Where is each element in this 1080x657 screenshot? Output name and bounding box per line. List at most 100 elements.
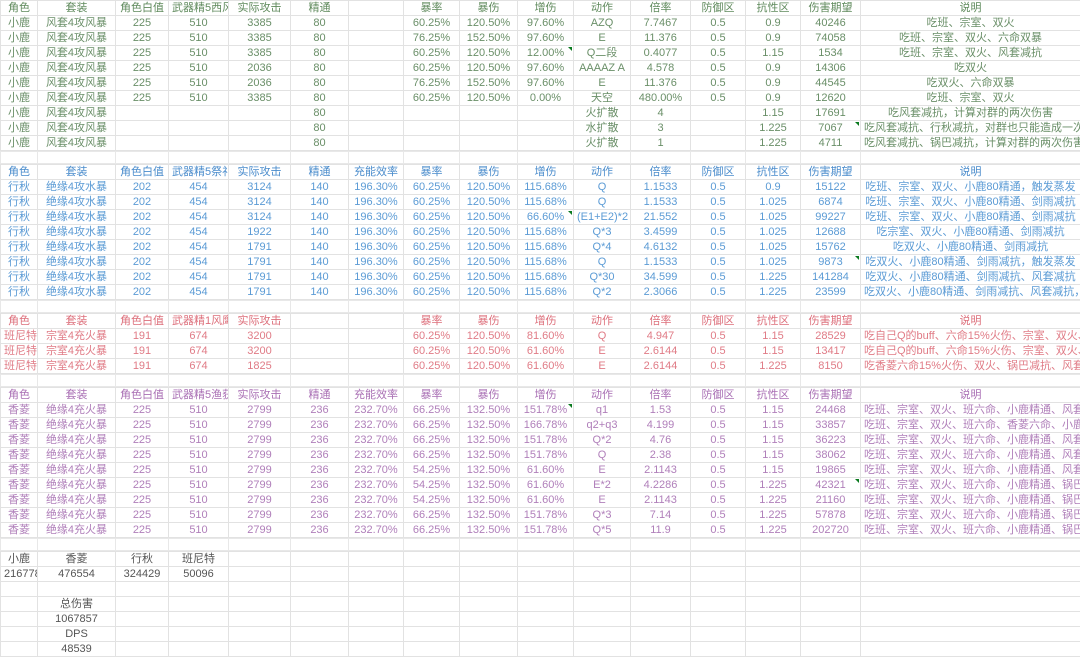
row-xingqiu-5-5[interactable]: 140 xyxy=(291,255,349,270)
block-bennite[interactable]: 角色套装角色白值武器精1风鹰实际攻击暴率暴伤增伤动作倍率防御区抗性区伤害期望说明… xyxy=(0,313,1080,374)
row-xiangling-2-5[interactable]: 236 xyxy=(291,433,349,448)
row-xiangling-8-12[interactable]: 0.5 xyxy=(691,523,746,538)
summary-total-value-row[interactable]: 1067857 xyxy=(1,612,1080,627)
row-bennite-0-14[interactable]: 28529 xyxy=(801,329,861,344)
row-xiaolu-0-6[interactable] xyxy=(349,16,404,31)
row-xiangling-5-0[interactable]: 香菱 xyxy=(1,478,38,493)
summary-total-value-row-cell-14[interactable] xyxy=(801,612,861,627)
row-xiangling-2-1[interactable]: 绝缘4充火暴 xyxy=(38,433,116,448)
row-xiangling-6-14[interactable]: 21160 xyxy=(801,493,861,508)
row-xingqiu-0-8[interactable]: 120.50% xyxy=(460,180,518,195)
row-xingqiu-6-2[interactable]: 202 xyxy=(116,270,169,285)
row-xiangling-2-2[interactable]: 225 xyxy=(116,433,169,448)
header-xiangling-0[interactable]: 角色 xyxy=(1,388,38,403)
row-xiaolu-4-12[interactable]: 0.5 xyxy=(691,76,746,91)
row-xiangling-8-11[interactable]: 11.9 xyxy=(631,523,691,538)
row-xiaolu-1-15[interactable]: 吃班、宗室、双火、六命双暴 xyxy=(861,31,1080,46)
row-xiaolu-3-9[interactable]: 97.60% xyxy=(518,61,574,76)
row-xiangling-0-13[interactable]: 1.15 xyxy=(746,403,801,418)
header-xiaolu-3[interactable]: 武器精5西风 xyxy=(169,1,229,16)
row-xiaolu-8-6[interactable] xyxy=(349,136,404,151)
row-xiaolu-5-11[interactable]: 480.00% xyxy=(631,91,691,106)
row-xiangling-4-3[interactable]: 510 xyxy=(169,463,229,478)
row-xingqiu-6-12[interactable]: 0.5 xyxy=(691,270,746,285)
header-bennite-14[interactable]: 伤害期望 xyxy=(801,314,861,329)
row-xiaolu-7-9[interactable] xyxy=(518,121,574,136)
row-xingqiu-2-14[interactable]: 99227 xyxy=(801,210,861,225)
row-xiangling-7-15[interactable]: 吃班、宗室、双火、班六命、小鹿精通、锅巴减抗、风套减抗 xyxy=(861,508,1080,523)
header-xingqiu-7[interactable]: 暴率 xyxy=(404,165,460,180)
row-xiangling-8-15[interactable]: 吃班、宗室、双火、班六命、小鹿精通、锅巴减抗、风套减抗，触发蒸发 xyxy=(861,523,1080,538)
row-xiaolu-4-4[interactable]: 2036 xyxy=(229,76,291,91)
row-xingqiu-7-2[interactable]: 202 xyxy=(116,285,169,300)
header-xingqiu-13[interactable]: 抗性区 xyxy=(746,165,801,180)
row-xiangling-3-10[interactable]: Q xyxy=(574,448,631,463)
row-xiaolu-8[interactable]: 小鹿风套4攻风暴80火扩散11.2254711吃风套减抗、锅巴减抗，计算对群的两… xyxy=(1,136,1080,151)
row-xiangling-5-1[interactable]: 绝缘4充火暴 xyxy=(38,478,116,493)
row-xiaolu-0-12[interactable]: 0.5 xyxy=(691,16,746,31)
row-xiangling-8-7[interactable]: 66.25% xyxy=(404,523,460,538)
header-xingqiu-11[interactable]: 倍率 xyxy=(631,165,691,180)
row-xiaolu-8-9[interactable] xyxy=(518,136,574,151)
row-xiaolu-3-5[interactable]: 80 xyxy=(291,61,349,76)
row-xingqiu-7-8[interactable]: 120.50% xyxy=(460,285,518,300)
row-xiaolu-8-12[interactable] xyxy=(691,136,746,151)
summary-values-row-cell-10[interactable] xyxy=(574,567,631,582)
header-xingqiu-3[interactable]: 武器精5祭礼 xyxy=(169,165,229,180)
header-xingqiu-5[interactable]: 精通 xyxy=(291,165,349,180)
summary-total-label-row-cell-0[interactable] xyxy=(1,597,38,612)
row-xiaolu-2-11[interactable]: 0.4077 xyxy=(631,46,691,61)
row-xiaolu-4-1[interactable]: 风套4攻风暴 xyxy=(38,76,116,91)
header-xiaolu-12[interactable]: 防御区 xyxy=(691,1,746,16)
header-xingqiu-4[interactable]: 实际攻击 xyxy=(229,165,291,180)
summary-blank-row-1-cell-15[interactable] xyxy=(861,582,1080,597)
row-bennite-2-10[interactable]: E xyxy=(574,359,631,374)
row-xiangling-0-5[interactable]: 236 xyxy=(291,403,349,418)
row-xiaolu-7-3[interactable] xyxy=(169,121,229,136)
row-xingqiu-0-14[interactable]: 15122 xyxy=(801,180,861,195)
row-bennite-0-1[interactable]: 宗室4充火暴 xyxy=(38,329,116,344)
row-bennite-1-9[interactable]: 61.60% xyxy=(518,344,574,359)
row-xiaolu-3-15[interactable]: 吃双火 xyxy=(861,61,1080,76)
row-xingqiu-1-3[interactable]: 454 xyxy=(169,195,229,210)
row-xiaolu-6-10[interactable]: 火扩散 xyxy=(574,106,631,121)
row-xingqiu-4-8[interactable]: 120.50% xyxy=(460,240,518,255)
summary-dps-label-row-cell-13[interactable] xyxy=(746,627,801,642)
summary-values-row-cell-4[interactable] xyxy=(229,567,291,582)
header-xiaolu-10[interactable]: 动作 xyxy=(574,1,631,16)
row-bennite-1-13[interactable]: 1.15 xyxy=(746,344,801,359)
row-xiaolu-7-15[interactable]: 吃风套减抗、行秋减抗，对群也只能造成一次伤害 xyxy=(861,121,1080,136)
row-xiangling-8[interactable]: 香菱绝缘4充火暴2255102799236232.70%66.25%132.50… xyxy=(1,523,1080,538)
row-xiangling-3-3[interactable]: 510 xyxy=(169,448,229,463)
row-xingqiu-5[interactable]: 行秋绝缘4攻水暴2024541791140196.30%60.25%120.50… xyxy=(1,255,1080,270)
header-xiaolu-8[interactable]: 暴伤 xyxy=(460,1,518,16)
row-xiaolu-4-6[interactable] xyxy=(349,76,404,91)
summary-dps-value-row-cell-7[interactable] xyxy=(404,642,460,657)
block-xiaolu[interactable]: 角色套装角色白值武器精5西风实际攻击精通暴率暴伤增伤动作倍率防御区抗性区伤害期望… xyxy=(0,0,1080,151)
summary-values-row-cell-2[interactable]: 324429 xyxy=(116,567,169,582)
row-bennite-2-7[interactable]: 60.25% xyxy=(404,359,460,374)
row-xiaolu-0-1[interactable]: 风套4攻风暴 xyxy=(38,16,116,31)
row-xiaolu-2-5[interactable]: 80 xyxy=(291,46,349,61)
header-bennite-12[interactable]: 防御区 xyxy=(691,314,746,329)
summary-total-label-row-cell-9[interactable] xyxy=(518,597,574,612)
row-bennite-1-12[interactable]: 0.5 xyxy=(691,344,746,359)
row-xingqiu-0-12[interactable]: 0.5 xyxy=(691,180,746,195)
row-xiaolu-8-0[interactable]: 小鹿 xyxy=(1,136,38,151)
row-xingqiu-2-10[interactable]: (E1+E2)*2 xyxy=(574,210,631,225)
row-xingqiu-5-9[interactable]: 115.68% xyxy=(518,255,574,270)
row-xiangling-0-2[interactable]: 225 xyxy=(116,403,169,418)
row-xingqiu-7-15[interactable]: 吃双火、小鹿80精通、剑雨减抗、风套减抗，触发蒸发 xyxy=(861,285,1080,300)
row-xiaolu-1-8[interactable]: 152.50% xyxy=(460,31,518,46)
row-xiaolu-6-4[interactable] xyxy=(229,106,291,121)
row-xiaolu-6-0[interactable]: 小鹿 xyxy=(1,106,38,121)
row-xingqiu-2-4[interactable]: 3124 xyxy=(229,210,291,225)
row-xingqiu-7-1[interactable]: 绝缘4攻水暴 xyxy=(38,285,116,300)
header-bennite-10[interactable]: 动作 xyxy=(574,314,631,329)
summary-total-value-row-cell-15[interactable] xyxy=(861,612,1080,627)
row-xiangling-6-6[interactable]: 232.70% xyxy=(349,493,404,508)
row-xiangling-0-7[interactable]: 66.25% xyxy=(404,403,460,418)
row-xiangling-3-4[interactable]: 2799 xyxy=(229,448,291,463)
summary-blank-row-1-cell-12[interactable] xyxy=(691,582,746,597)
row-bennite-2-15[interactable]: 吃香菱六命15%火伤、双火、锅巴减抗、风套减抗 xyxy=(861,359,1080,374)
